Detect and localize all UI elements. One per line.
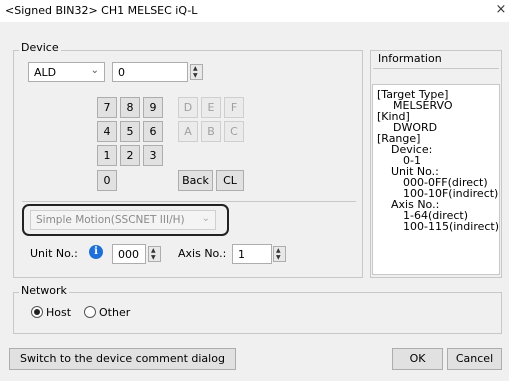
key-c[interactable]: C (224, 121, 244, 142)
spin-down-icon: ▼ (151, 254, 156, 261)
spin-down-icon: ▼ (276, 254, 281, 261)
device-number-value: 0 (118, 66, 125, 79)
info-line: 100-115(indirect) (403, 220, 500, 233)
network-legend: Network (19, 284, 69, 297)
axis-no-spinner[interactable]: ▲ ▼ (273, 246, 286, 262)
ok-button[interactable]: OK (392, 348, 443, 370)
device-group (13, 50, 363, 278)
host-radio[interactable] (31, 306, 43, 318)
key-6[interactable]: 6 (143, 121, 163, 142)
key-7[interactable]: 7 (97, 97, 117, 118)
information-legend: Information (378, 52, 442, 65)
axis-no-label: Axis No.: (178, 247, 227, 260)
device-type-select[interactable]: ALD ⌄ (28, 62, 105, 82)
clear-button[interactable]: CL (216, 170, 244, 191)
back-button[interactable]: Back (178, 170, 213, 191)
device-type-value: ALD (34, 66, 57, 79)
device-number-input[interactable]: 0 (112, 62, 188, 82)
window-title: <Signed BIN32> CH1 MELSEC iQ-L (5, 4, 198, 17)
key-5[interactable]: 5 (120, 121, 140, 142)
information-divider (373, 68, 499, 69)
key-e[interactable]: E (201, 97, 221, 118)
module-select[interactable]: Simple Motion(SSCNET III/H) ⌄ (30, 210, 216, 230)
chevron-down-icon: ⌄ (90, 65, 99, 76)
switch-device-comment-button[interactable]: Switch to the device comment dialog (9, 348, 236, 370)
title-bar: <Signed BIN32> CH1 MELSEC iQ-L × (0, 0, 509, 22)
key-1[interactable]: 1 (97, 145, 117, 166)
key-4[interactable]: 4 (97, 121, 117, 142)
key-b[interactable]: B (201, 121, 221, 142)
unit-no-value: 000 (118, 248, 139, 261)
device-legend: Device (19, 41, 61, 54)
axis-no-value: 1 (238, 248, 245, 261)
key-8[interactable]: 8 (120, 97, 140, 118)
unit-no-spinner[interactable]: ▲ ▼ (148, 246, 161, 262)
key-f[interactable]: F (224, 97, 244, 118)
key-0[interactable]: 0 (97, 170, 117, 191)
module-select-value: Simple Motion(SSCNET III/H) (36, 214, 185, 226)
close-icon[interactable]: × (494, 2, 508, 18)
key-9[interactable]: 9 (143, 97, 163, 118)
cancel-button[interactable]: Cancel (447, 348, 502, 370)
unit-no-label: Unit No.: (30, 247, 78, 260)
key-2[interactable]: 2 (120, 145, 140, 166)
key-a[interactable]: A (178, 121, 198, 142)
axis-no-input[interactable]: 1 (232, 244, 272, 264)
divider (22, 201, 356, 202)
key-d[interactable]: D (178, 97, 198, 118)
information-box: [Target Type] MELSERVO [Kind] DWORD [Ran… (372, 84, 500, 275)
info-icon[interactable]: i (89, 245, 103, 259)
other-label[interactable]: Other (99, 306, 130, 319)
key-3[interactable]: 3 (143, 145, 163, 166)
other-radio[interactable] (84, 306, 96, 318)
host-label[interactable]: Host (46, 306, 71, 319)
unit-no-input[interactable]: 000 (112, 244, 146, 264)
device-number-spinner[interactable]: ▲ ▼ (190, 64, 203, 80)
chevron-down-icon: ⌄ (201, 213, 210, 224)
spin-down-icon: ▼ (193, 72, 198, 79)
